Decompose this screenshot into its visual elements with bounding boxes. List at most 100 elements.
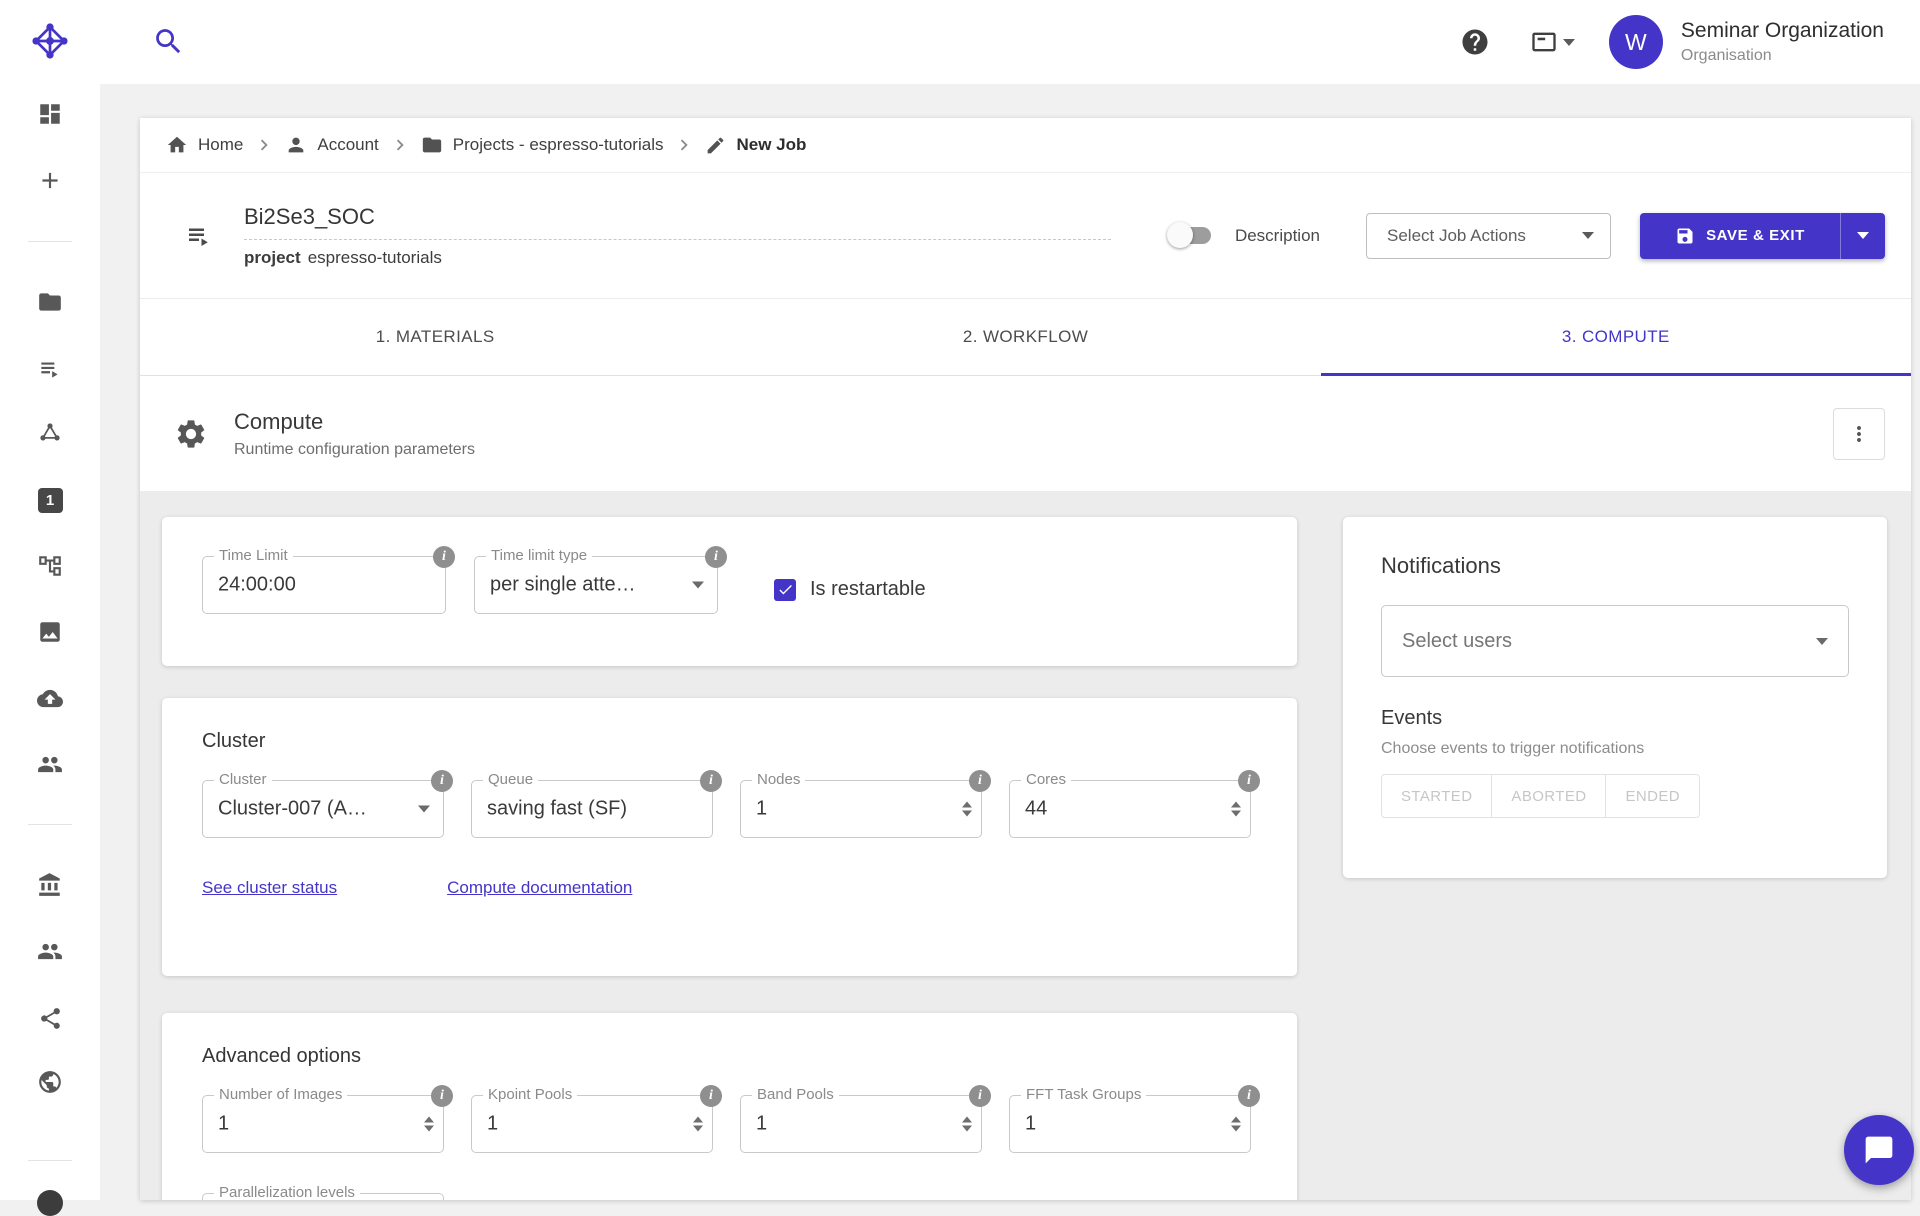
stepper-arrows[interactable]	[1231, 1117, 1241, 1132]
save-exit-dropdown[interactable]	[1841, 213, 1885, 259]
cluster-status-link[interactable]: See cluster status	[202, 878, 337, 898]
info-icon[interactable]	[1238, 770, 1260, 792]
breadcrumb-item-account[interactable]: Account	[285, 134, 378, 156]
sidebar-item-web[interactable]	[37, 1069, 63, 1095]
tab-workflow[interactable]: 2. WORKFLOW	[730, 299, 1320, 375]
field-label: Kpoint Pools	[483, 1086, 577, 1103]
field-label: Band Pools	[752, 1086, 839, 1103]
chevron-down-icon	[1563, 39, 1575, 46]
field-value: 1	[218, 1113, 413, 1136]
sidebar-item-workflows[interactable]	[37, 553, 63, 579]
org-type: Organisation	[1681, 47, 1884, 65]
field-value: Cluster-007 (A…	[218, 798, 413, 821]
chevron-right-icon	[673, 134, 695, 156]
description-toggle[interactable]	[1169, 227, 1211, 244]
info-icon[interactable]	[1238, 1085, 1260, 1107]
compute-docs-link[interactable]: Compute documentation	[447, 878, 632, 898]
main-panel: Home Account Projects - espresso-tutoria…	[140, 118, 1911, 1200]
cores-stepper[interactable]: Cores 44	[1009, 780, 1251, 838]
org-switcher[interactable]: Seminar Organization Organisation	[1681, 19, 1884, 65]
dashboard-icon	[37, 101, 63, 127]
job-actions-button[interactable]: Select Job Actions	[1366, 213, 1611, 259]
org-name: Seminar Organization	[1681, 19, 1884, 43]
event-button-aborted[interactable]: ABORTED	[1491, 774, 1606, 818]
is-restartable-checkbox[interactable]	[774, 579, 796, 601]
stepper-arrows[interactable]	[962, 1117, 972, 1132]
sidebar-item-one-badge[interactable]	[37, 487, 63, 513]
breadcrumb-label: Home	[198, 135, 243, 155]
sidebar-item-sharing[interactable]	[37, 1005, 63, 1031]
info-icon[interactable]	[700, 770, 722, 792]
tab-compute[interactable]: 3. COMPUTE	[1321, 299, 1911, 375]
console-icon	[1530, 28, 1558, 56]
pencil-icon	[705, 135, 726, 156]
stepper-arrows[interactable]	[1231, 802, 1241, 817]
breadcrumb-item-projects[interactable]: Projects - espresso-tutorials	[421, 134, 664, 156]
band-pools-stepper[interactable]: Band Pools 1	[740, 1095, 982, 1153]
parallelization-levels-field[interactable]: Parallelization levels	[202, 1193, 444, 1200]
notifications-card: Notifications Select users Events Choose…	[1343, 517, 1887, 878]
info-icon[interactable]	[969, 770, 991, 792]
queue-field[interactable]: Queue saving fast (SF)	[471, 780, 713, 838]
stepper-arrows[interactable]	[693, 1117, 703, 1132]
nodes-stepper[interactable]: Nodes 1	[740, 780, 982, 838]
compute-header: Compute Runtime configuration parameters	[140, 376, 1911, 491]
sidebar-item-bottom[interactable]	[37, 1190, 63, 1216]
help-icon[interactable]	[1460, 27, 1490, 57]
mat3ra-logo[interactable]	[31, 22, 69, 60]
page-title[interactable]: Bi2Se3_SOC	[244, 204, 1111, 240]
kebab-menu-button[interactable]	[1833, 408, 1885, 460]
info-icon[interactable]	[700, 1085, 722, 1107]
event-button-started[interactable]: STARTED	[1381, 774, 1492, 818]
event-button-ended[interactable]: ENDED	[1605, 774, 1700, 818]
info-icon[interactable]	[705, 546, 727, 568]
fft-task-groups-stepper[interactable]: FFT Task Groups 1	[1009, 1095, 1251, 1153]
info-icon[interactable]	[431, 770, 453, 792]
cluster-select[interactable]: Cluster Cluster-007 (A…	[202, 780, 444, 838]
time-limit-type-select[interactable]: Time limit type per single atte…	[474, 556, 718, 614]
stepper-arrows[interactable]	[962, 802, 972, 817]
avatar[interactable]: W	[1609, 15, 1663, 69]
field-label: Nodes	[752, 771, 805, 788]
sidebar-item-team[interactable]	[37, 751, 63, 777]
field-value: 24:00:00	[218, 574, 415, 597]
cluster-card-title: Cluster	[202, 730, 1257, 753]
time-limit-field[interactable]: Time Limit 24:00:00	[202, 556, 446, 614]
advanced-options-card: Advanced options Number of Images 1 Kpoi…	[162, 1013, 1297, 1200]
breadcrumb-item-new-job[interactable]: New Job	[705, 135, 806, 156]
sidebar-divider	[28, 241, 72, 242]
info-icon[interactable]	[431, 1085, 453, 1107]
sidebar-item-projects[interactable]	[37, 289, 63, 315]
select-users-dropdown[interactable]: Select users	[1381, 605, 1849, 677]
sidebar-item-images[interactable]	[37, 619, 63, 645]
share-icon	[38, 1006, 63, 1031]
tab-materials[interactable]: 1. MATERIALS	[140, 299, 730, 375]
search-icon[interactable]	[152, 25, 185, 58]
save-exit-button[interactable]: SAVE & EXIT	[1640, 213, 1885, 259]
sidebar-divider	[28, 824, 72, 825]
workspace-switcher[interactable]	[1530, 28, 1575, 56]
breadcrumb-item-home[interactable]: Home	[166, 134, 243, 156]
playlist-icon	[37, 356, 63, 382]
chat-launcher[interactable]	[1844, 1115, 1914, 1185]
kpoint-pools-stepper[interactable]: Kpoint Pools 1	[471, 1095, 713, 1153]
sidebar-item-jobs[interactable]	[37, 356, 63, 382]
chevron-right-icon	[389, 134, 411, 156]
more-vert-icon	[1847, 422, 1871, 446]
sidebar-item-materials[interactable]	[37, 420, 63, 446]
field-value: per single atte…	[490, 574, 687, 597]
number-of-images-stepper[interactable]: Number of Images 1	[202, 1095, 444, 1153]
one-badge-icon	[38, 488, 63, 513]
sidebar-item-users[interactable]	[37, 938, 63, 964]
breadcrumb-label: Account	[317, 135, 378, 155]
sidebar-item-dashboard[interactable]	[37, 101, 63, 127]
sidebar-item-uploads[interactable]	[37, 685, 63, 711]
sidebar-item-create-new[interactable]	[37, 167, 63, 193]
info-icon[interactable]	[433, 546, 455, 568]
job-designer-icon[interactable]	[184, 221, 214, 251]
advanced-card-title: Advanced options	[202, 1045, 1257, 1068]
info-icon[interactable]	[969, 1085, 991, 1107]
sidebar-divider	[28, 1160, 72, 1161]
sidebar-item-organization[interactable]	[37, 872, 63, 898]
stepper-arrows[interactable]	[424, 1117, 434, 1132]
